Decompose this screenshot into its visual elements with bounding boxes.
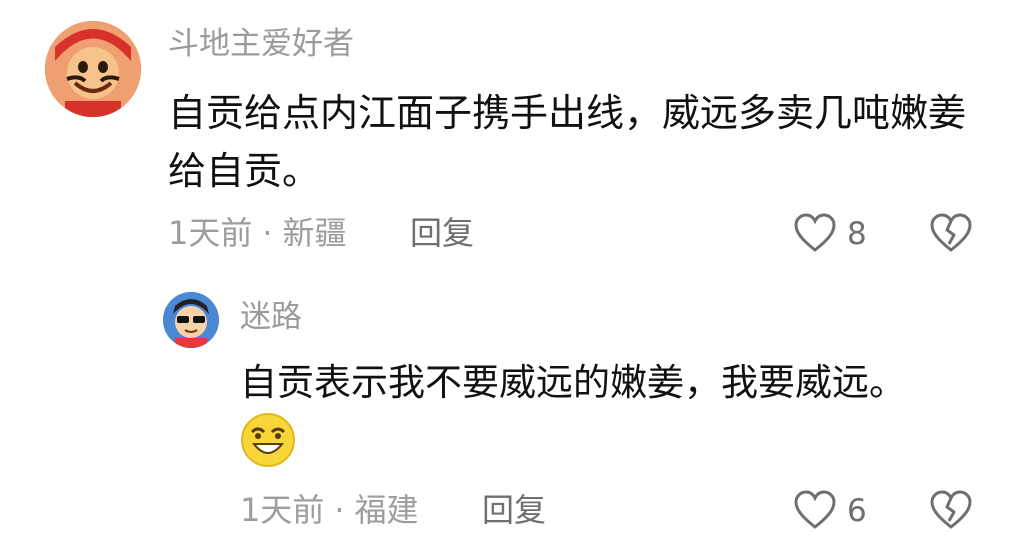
- like-count: 6: [847, 493, 867, 529]
- username[interactable]: 斗地主爱好者: [168, 22, 354, 66]
- like-button[interactable]: [792, 487, 838, 533]
- comment-text: 自贡给点内江面子携手出线，威远多卖几吨嫩姜给自贡。: [168, 91, 967, 193]
- comment-location: 新疆: [282, 214, 347, 252]
- comment-time: 1天前: [240, 491, 325, 529]
- comment-meta: 1天前 · 福建: [240, 487, 419, 533]
- comment-meta: 1天前 · 新疆: [168, 210, 347, 256]
- cartoon-landlord-avatar-icon: [45, 21, 141, 117]
- avatar[interactable]: [163, 292, 219, 348]
- reply-button[interactable]: 回复: [410, 210, 474, 256]
- broken-heart-icon: [930, 213, 972, 252]
- comment-location: 福建: [354, 491, 419, 529]
- meta-separator: ·: [262, 214, 273, 252]
- like-count: 8: [847, 216, 867, 252]
- dislike-button[interactable]: [928, 210, 974, 256]
- meta-separator: ·: [334, 491, 345, 529]
- comment-time: 1天前: [168, 214, 253, 252]
- heart-outline-icon: [794, 490, 836, 529]
- dislike-button[interactable]: [928, 487, 974, 533]
- cartoon-boy-sunglasses-avatar-icon: [163, 292, 219, 348]
- heart-outline-icon: [794, 213, 836, 252]
- avatar[interactable]: [45, 21, 141, 117]
- reply-button[interactable]: 回复: [482, 487, 546, 533]
- username[interactable]: 迷路: [240, 295, 302, 339]
- grinning-emoji-icon: [240, 412, 296, 468]
- like-button[interactable]: [792, 210, 838, 256]
- comment-text: 自贡表示我不要威远的嫩姜，我要威远。: [240, 361, 906, 404]
- broken-heart-icon: [930, 490, 972, 529]
